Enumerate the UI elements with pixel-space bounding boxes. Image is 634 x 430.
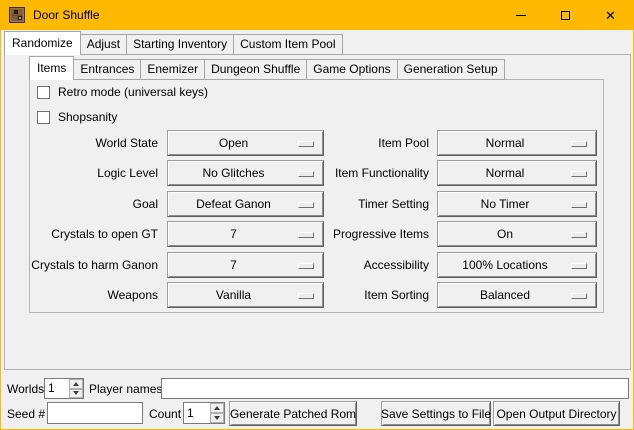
retro-mode-label: Retro mode (universal keys) [58, 85, 208, 99]
minimize-icon [516, 15, 526, 16]
accessibility-value: 100% Locations [462, 258, 547, 272]
optionmenu-indicator-icon [571, 263, 587, 269]
world-state-value: Open [219, 136, 248, 150]
worlds-label: Worlds [7, 379, 44, 399]
accessibility-dropdown[interactable]: 100% Locations [437, 252, 597, 278]
shopsanity-label: Shopsanity [58, 110, 117, 124]
minimize-button[interactable] [498, 0, 543, 30]
worlds-value: 1 [45, 379, 69, 398]
shopsanity-checkbox[interactable] [37, 111, 50, 124]
item-sorting-label: Item Sorting [307, 282, 429, 308]
progressive-items-dropdown[interactable]: On [437, 221, 597, 247]
goal-dropdown[interactable]: Defeat Ganon [167, 191, 324, 217]
crystals-gt-label: Crystals to open GT [37, 221, 158, 247]
tab-dungeon-shuffle[interactable]: Dungeon Shuffle [204, 59, 307, 80]
seed-input[interactable] [47, 402, 143, 424]
tab-randomize[interactable]: Randomize [4, 31, 81, 55]
retro-mode-checkbox[interactable] [37, 86, 50, 99]
door-icon [9, 7, 25, 23]
arrow-down-icon [73, 391, 79, 395]
timer-setting-label: Timer Setting [307, 191, 429, 217]
door-shuffle-window: Door Shuffle ✕ Randomize Adjust Starting… [0, 0, 634, 430]
logic-level-value: No Glitches [202, 166, 264, 180]
goal-value: Defeat Ganon [196, 197, 271, 211]
timer-setting-dropdown[interactable]: No Timer [437, 191, 597, 217]
item-pool-dropdown[interactable]: Normal [437, 130, 597, 156]
spin-up-button[interactable] [210, 403, 224, 413]
tab-enemizer[interactable]: Enemizer [140, 59, 205, 80]
window-controls: ✕ [498, 0, 633, 30]
count-label: Count [149, 404, 181, 424]
progressive-items-value: On [497, 227, 513, 241]
close-button[interactable]: ✕ [588, 0, 633, 30]
spin-up-button[interactable] [69, 379, 83, 389]
accessibility-label: Accessibility [307, 252, 429, 278]
weapons-dropdown[interactable]: Vanilla [167, 282, 324, 308]
retro-mode-row: Retro mode (universal keys) [37, 85, 208, 99]
maximize-icon [561, 11, 570, 20]
player-names-input[interactable] [161, 378, 629, 399]
optionmenu-indicator-icon [571, 141, 587, 147]
tab-starting-inventory[interactable]: Starting Inventory [126, 34, 234, 55]
arrow-up-icon [73, 382, 79, 386]
player-names-label: Player names [89, 379, 162, 399]
crystals-gt-dropdown[interactable]: 7 [167, 221, 324, 247]
crystals-ganon-dropdown[interactable]: 7 [167, 252, 324, 278]
spin-down-button[interactable] [210, 413, 224, 423]
item-pool-value: Normal [486, 136, 525, 150]
logic-level-label: Logic Level [37, 160, 158, 186]
logic-level-dropdown[interactable]: No Glitches [167, 160, 324, 186]
count-spin-buttons [210, 403, 224, 423]
item-pool-label: Item Pool [307, 130, 429, 156]
arrow-down-icon [214, 416, 220, 420]
worlds-spinbox[interactable]: 1 [44, 378, 84, 399]
generate-patched-rom-button[interactable]: Generate Patched Rom [229, 401, 357, 426]
timer-setting-value: No Timer [481, 197, 530, 211]
close-icon: ✕ [605, 9, 616, 22]
optionmenu-indicator-icon [571, 232, 587, 238]
maximize-button[interactable] [543, 0, 588, 30]
tab-generation-setup[interactable]: Generation Setup [397, 59, 505, 80]
arrow-up-icon [214, 406, 220, 410]
worlds-spin-buttons [69, 379, 83, 398]
item-functionality-value: Normal [486, 166, 525, 180]
crystals-ganon-value: 7 [230, 258, 237, 272]
open-output-directory-button[interactable]: Open Output Directory [493, 401, 620, 426]
shopsanity-row: Shopsanity [37, 110, 117, 124]
optionmenu-indicator-icon [571, 202, 587, 208]
seed-label: Seed # [7, 404, 45, 424]
tab-adjust[interactable]: Adjust [80, 34, 127, 55]
item-sorting-dropdown[interactable]: Balanced [437, 282, 597, 308]
tab-custom-item-pool[interactable]: Custom Item Pool [233, 34, 342, 55]
optionmenu-indicator-icon [571, 171, 587, 177]
titlebar[interactable]: Door Shuffle ✕ [1, 0, 633, 30]
weapons-value: Vanilla [216, 288, 251, 302]
goal-label: Goal [37, 191, 158, 217]
crystals-gt-value: 7 [230, 227, 237, 241]
tab-items[interactable]: Items [29, 56, 74, 80]
optionmenu-indicator-icon [571, 293, 587, 299]
item-functionality-dropdown[interactable]: Normal [437, 160, 597, 186]
progressive-items-label: Progressive Items [307, 221, 429, 247]
tab-entrances[interactable]: Entrances [73, 59, 141, 80]
item-sorting-value: Balanced [480, 288, 530, 302]
save-settings-button[interactable]: Save Settings to File [381, 401, 491, 426]
tab-game-options[interactable]: Game Options [306, 59, 397, 80]
outer-tabbar: Randomize Adjust Starting Inventory Cust… [4, 31, 343, 55]
count-spinbox[interactable]: 1 [183, 402, 225, 424]
count-value: 1 [184, 403, 210, 423]
world-state-dropdown[interactable]: Open [167, 130, 324, 156]
crystals-ganon-label: Crystals to harm Ganon [23, 252, 158, 278]
spin-down-button[interactable] [69, 389, 83, 399]
weapons-label: Weapons [37, 282, 158, 308]
world-state-label: World State [37, 130, 158, 156]
inner-tabbar: Items Entrances Enemizer Dungeon Shuffle… [29, 56, 505, 80]
window-title: Door Shuffle [33, 8, 100, 22]
item-functionality-label: Item Functionality [307, 160, 429, 186]
